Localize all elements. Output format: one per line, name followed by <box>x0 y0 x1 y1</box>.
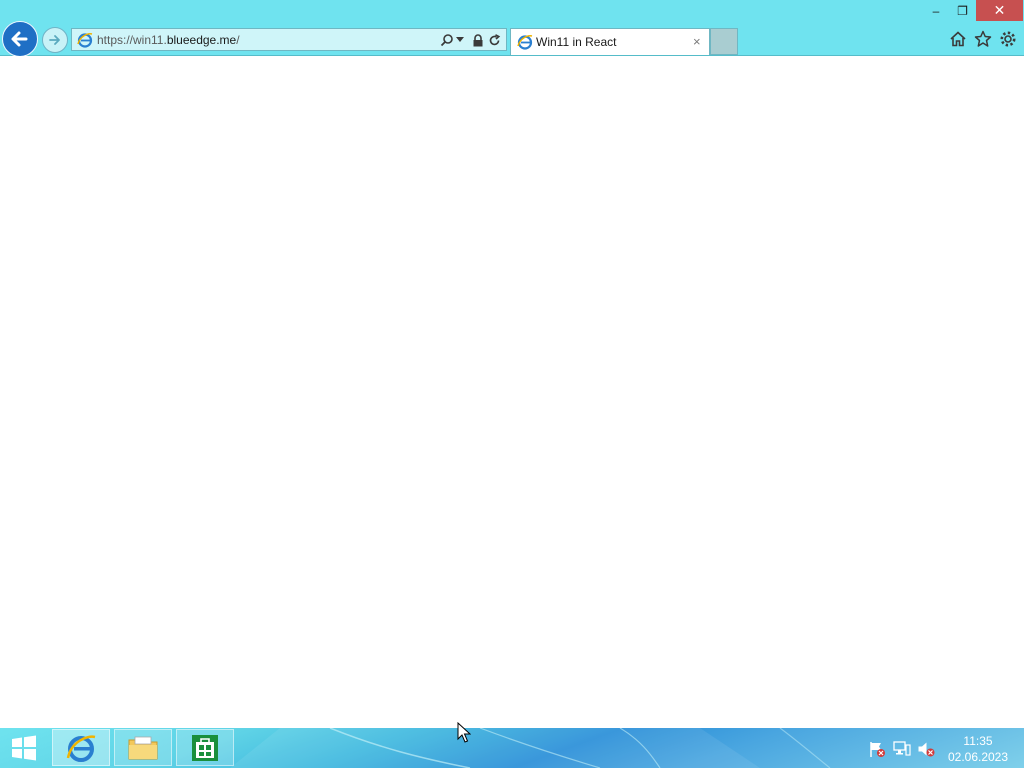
dropdown-icon[interactable] <box>455 32 465 48</box>
system-clock[interactable]: 11:35 02.06.2023 <box>944 733 1012 765</box>
url-text[interactable]: https://win11.blueedge.me/ <box>97 33 240 47</box>
taskbar-store[interactable] <box>176 729 234 766</box>
page-content <box>0 56 1024 728</box>
taskbar: 11:35 02.06.2023 <box>0 728 1024 768</box>
settings-icon[interactable] <box>998 29 1018 49</box>
search-icon[interactable] <box>439 32 455 48</box>
forward-arrow-icon <box>49 35 60 45</box>
back-arrow-icon <box>11 31 28 47</box>
folder-icon <box>128 736 158 759</box>
ie-tab-icon <box>517 35 533 50</box>
back-button[interactable] <box>2 21 38 57</box>
windows-logo-icon <box>12 735 36 761</box>
action-center-flag-icon[interactable] <box>868 740 886 758</box>
tab-close-button[interactable]: × <box>693 34 701 49</box>
tab-title: Win11 in React <box>536 35 617 49</box>
forward-button[interactable] <box>42 27 68 53</box>
minimize-button[interactable]: – <box>923 0 949 21</box>
url-prefix: https://win11. <box>97 33 167 47</box>
home-icon[interactable] <box>948 29 968 49</box>
restore-button[interactable]: ❐ <box>949 0 976 21</box>
refresh-icon[interactable] <box>486 32 502 48</box>
internet-explorer-icon <box>66 734 96 762</box>
url-domain: blueedge.me <box>166 33 237 47</box>
start-button[interactable] <box>6 735 40 761</box>
favorites-icon[interactable] <box>973 29 993 49</box>
mouse-cursor-icon <box>457 722 471 743</box>
taskbar-internet-explorer[interactable] <box>52 729 110 766</box>
new-tab-button[interactable] <box>710 28 738 55</box>
title-bar: – ❐ ✕ https://win11.blueedge.me/ Win11 i… <box>0 0 1024 57</box>
clock-time: 11:35 <box>963 734 993 748</box>
url-suffix: / <box>236 33 240 47</box>
store-icon <box>192 734 218 761</box>
browser-window: – ❐ ✕ https://win11.blueedge.me/ Win11 i… <box>0 0 1024 728</box>
volume-muted-icon[interactable] <box>917 740 935 758</box>
taskbar-file-explorer[interactable] <box>114 729 172 766</box>
address-bar[interactable]: https://win11.blueedge.me/ <box>71 28 507 51</box>
ie-logo-icon <box>77 33 93 48</box>
tab-win11-in-react[interactable]: Win11 in React × <box>510 28 710 55</box>
network-icon[interactable] <box>893 740 911 758</box>
close-button[interactable]: ✕ <box>976 0 1023 21</box>
lock-icon[interactable] <box>470 32 486 48</box>
clock-date: 02.06.2023 <box>947 750 1009 764</box>
